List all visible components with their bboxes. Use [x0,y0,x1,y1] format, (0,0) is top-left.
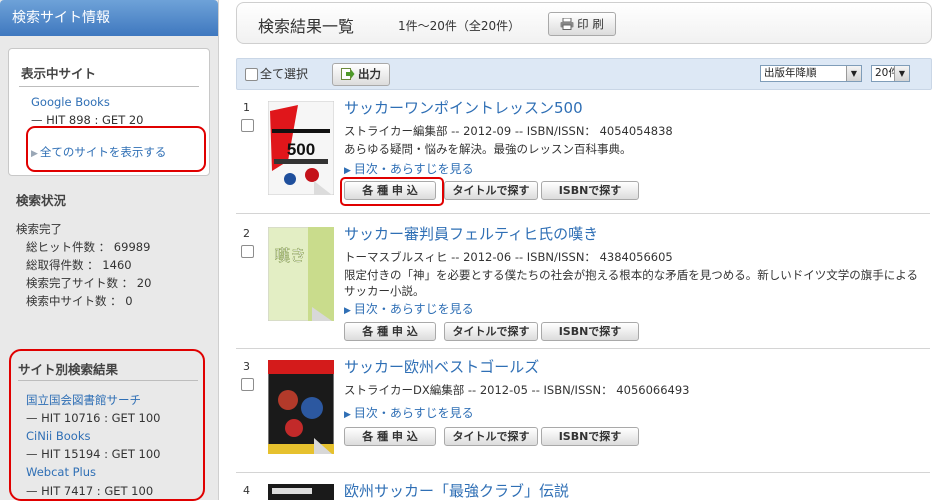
results-header: 検索結果一覧 1件～20件（全20件） 印 刷 [236,2,932,44]
result-number: 3 [243,360,250,373]
highlight-annotation [340,177,444,206]
status-line: 検索中サイト数 ： 0 [26,294,133,308]
highlight-annotation [26,126,206,172]
toc-label: 目次・あらすじを見る [353,302,474,316]
search-by-isbn-button[interactable]: ISBNで探す [541,427,639,446]
current-sites-title: 表示中サイト [21,66,97,81]
book-cover-image[interactable] [267,359,335,455]
search-status-title: 検索状況 [16,193,67,208]
site-link-webcat-plus[interactable]: Webcat Plus [26,465,96,479]
search-by-title-button[interactable]: タイトルで探す [444,181,538,200]
cover-text: 500 [287,140,315,159]
divider [18,380,198,381]
toc-link[interactable]: ▶ 目次・あらすじを見る [344,160,474,177]
triangle-right-icon: ▶ [344,166,351,176]
output-button[interactable]: 出力 [332,63,390,86]
site-stats: — HIT 10716 : GET 100 [26,411,161,425]
book-cover-image[interactable] [268,484,334,500]
apply-button[interactable]: 各 種 申 込 [344,322,436,341]
select-all-label[interactable]: 全て選択 [260,65,308,82]
toc-link[interactable]: ▶ 目次・あらすじを見る [344,300,474,317]
site-link-google-books[interactable]: Google Books [31,95,110,109]
status-line: 総取得件数 ： 1460 [26,258,132,272]
export-icon [341,66,355,80]
search-by-title-button[interactable]: タイトルで探す [444,427,538,446]
result-item: 3 サッカー欧州ベストゴールズ ストライカーDX編集部 -- 2012-05 -… [236,358,930,473]
site-results-title: サイト別検索結果 [18,362,119,377]
result-item: 1 500 サッカーワンポイントレッスン500 ストライカー編集部 -- 201… [236,99,930,214]
results-toolbar: 全て選択 出力 出版年降順 ▼ 20件 ▼ [236,58,932,90]
cover-text: 嘆き [274,247,306,265]
triangle-right-icon: ▶ [344,410,351,420]
result-meta: トーマスブルスィヒ -- 2012-06 -- ISBN/ISSN： 43840… [344,250,673,264]
print-label: 印 刷 [577,17,604,31]
result-title-link[interactable]: サッカーワンポイントレッスン500 [344,97,583,118]
result-checkbox[interactable] [241,245,254,258]
result-item: 2 嘆き サッカー審判員フェルティヒ氏の嘆き トーマスブルスィヒ -- 2012… [236,225,930,349]
sidebar: 検索サイト情報 表示中サイト Google Books — HIT 898 : … [0,0,219,501]
result-number: 4 [243,484,250,497]
result-number: 2 [243,227,250,240]
site-stats: — HIT 15194 : GET 100 [26,447,161,461]
result-meta: ストライカーDX編集部 -- 2012-05 -- ISBN/ISSN： 405… [344,383,690,397]
result-title-link[interactable]: サッカー欧州ベストゴールズ [344,356,539,377]
apply-button[interactable]: 各 種 申 込 [344,427,436,446]
result-title-link[interactable]: 欧州サッカー「最強クラブ」伝説 [344,480,569,501]
site-stats: — HIT 7417 : GET 100 [26,484,154,498]
toc-label: 目次・あらすじを見る [353,406,474,420]
result-item: 4 欧州サッカー「最強クラブ」伝説 [236,482,930,500]
site-link-cinii-books[interactable]: CiNii Books [26,429,91,443]
sort-order-value: 出版年降順 [764,67,817,79]
printer-icon [560,15,574,30]
search-status-list: 検索完了 総ヒット件数 ： 69989 総取得件数 ： 1460 検索完了サイト… [16,220,151,310]
status-line: 検索完了 [16,222,62,236]
status-line: 検索完了サイト数 ： 20 [26,276,152,290]
select-all-checkbox[interactable] [245,68,258,81]
result-checkbox[interactable] [241,378,254,391]
site-stats: — HIT 898 : GET 20 [31,113,144,127]
toc-link[interactable]: ▶ 目次・あらすじを見る [344,404,474,421]
print-button[interactable]: 印 刷 [548,12,616,36]
status-line: 総ヒット件数 ： 69989 [26,240,151,254]
output-label: 出力 [358,67,381,81]
book-cover-image[interactable]: 嘆き [267,226,335,322]
site-link-ndl-search[interactable]: 国立国会図書館サーチ [26,392,141,408]
result-number: 1 [243,101,250,114]
result-description: あらゆる疑問・悩みを解決。最強のレッスン百科事典。 [344,142,632,156]
triangle-right-icon: ▶ [344,306,351,316]
search-by-isbn-button[interactable]: ISBNで探す [541,322,639,341]
search-by-title-button[interactable]: タイトルで探す [444,322,538,341]
result-description: 限定付きの「神」を必要とする僕たちの社会が抱える根本的な矛盾を見つめる。新しいド… [344,268,918,298]
page-title: 検索結果一覧 [258,17,355,36]
sidebar-header: 検索サイト情報 [0,0,218,36]
per-page-select[interactable]: 20件 ▼ [871,65,910,82]
sort-order-select[interactable]: 出版年降順 ▼ [760,65,862,82]
divider [19,86,199,87]
result-title-link[interactable]: サッカー審判員フェルティヒ氏の嘆き [344,223,598,244]
chevron-down-icon: ▼ [894,66,909,81]
chevron-down-icon: ▼ [846,66,861,81]
search-by-isbn-button[interactable]: ISBNで探す [541,181,639,200]
result-range: 1件～20件（全20件） [398,19,521,33]
result-meta: ストライカー編集部 -- 2012-09 -- ISBN/ISSN： 40540… [344,124,673,138]
toc-label: 目次・あらすじを見る [353,162,474,176]
result-checkbox[interactable] [241,119,254,132]
book-cover-image[interactable]: 500 [267,100,335,196]
